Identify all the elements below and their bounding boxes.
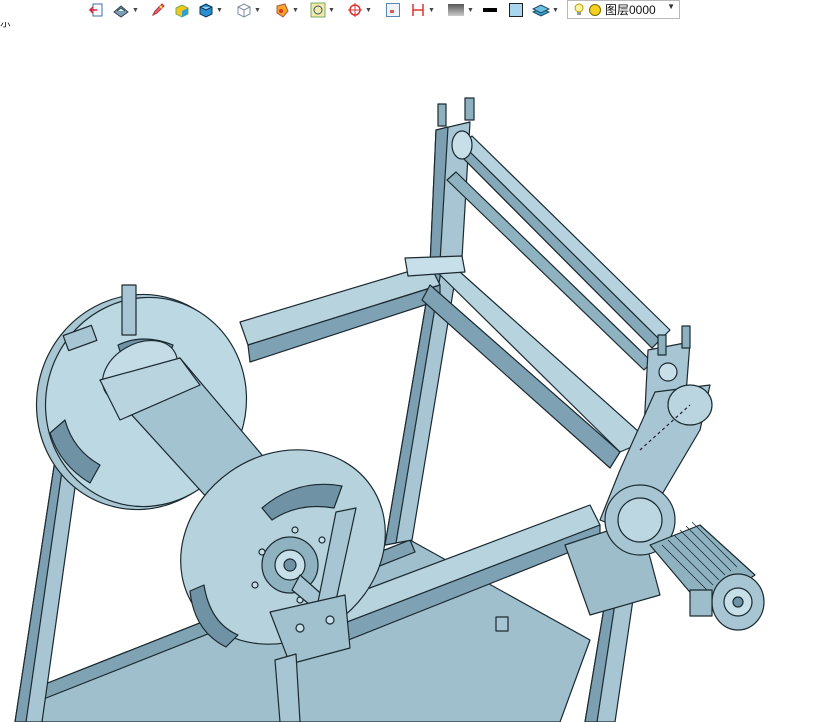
chevron-down-icon: ▼ (552, 6, 559, 14)
bulb-icon (574, 3, 584, 15)
solid-cube-icon (199, 3, 213, 18)
background-icon (448, 4, 464, 16)
target-icon (348, 3, 362, 17)
wire-cube-icon (237, 3, 251, 18)
fill-color-icon (509, 3, 523, 17)
adjust-bolt (464, 97, 475, 121)
exit-button[interactable] (88, 1, 104, 19)
grid-icon (386, 3, 400, 17)
layers-icon (532, 4, 550, 17)
chevron-down-icon: ▼ (254, 6, 261, 14)
section-icon (412, 4, 424, 16)
toolbar: ▼ ▼ ▼ ▼ ▼ ▼ ▼ ▼ ▼ 图层0000 ▼ (0, 0, 840, 22)
chevron-down-icon: ▼ (292, 6, 299, 14)
frame-icon (310, 2, 326, 18)
frame-button[interactable]: ▼ (310, 1, 335, 19)
small-clip (495, 616, 509, 632)
fill-color-button[interactable] (508, 1, 524, 19)
pen-button[interactable] (150, 1, 166, 19)
solid-cube-button[interactable]: ▼ (198, 1, 223, 19)
view-orient-button[interactable]: ▼ (112, 1, 139, 19)
target-button[interactable]: ▼ (347, 1, 372, 19)
adjust-bolt (437, 103, 447, 127)
render-style-icon (276, 3, 289, 18)
background-button[interactable]: ▼ (447, 1, 474, 19)
view-orient-icon (113, 5, 129, 18)
layer-select[interactable]: 图层0000 ▼ (567, 0, 680, 19)
layer-label: 图层0000 (605, 3, 656, 17)
chevron-down-icon: ▼ (132, 6, 139, 14)
layer-color-dot-icon (589, 3, 601, 16)
layers-button[interactable]: ▼ (532, 1, 559, 19)
chevron-down-icon: ▼ (365, 6, 372, 14)
3d-model-viewport[interactable] (0, 22, 840, 722)
line-color-icon (483, 8, 497, 12)
exit-icon (88, 3, 103, 17)
pen-icon (151, 3, 165, 17)
chevron-down-icon: ▼ (467, 6, 474, 14)
grid-button[interactable] (385, 1, 401, 19)
line-color-button[interactable] (482, 1, 498, 19)
chevron-down-icon: ▼ (428, 6, 435, 14)
chevron-down-icon: ▼ (216, 6, 223, 14)
shaded-box-button[interactable] (174, 1, 190, 19)
wire-cube-button[interactable]: ▼ (236, 1, 261, 19)
chevron-down-icon: ▼ (667, 2, 675, 11)
section-button[interactable]: ▼ (410, 1, 435, 19)
reel-support-post (121, 284, 137, 336)
chevron-down-icon: ▼ (328, 6, 335, 14)
render-style-button[interactable]: ▼ (274, 1, 299, 19)
shaded-box-icon (175, 4, 189, 18)
